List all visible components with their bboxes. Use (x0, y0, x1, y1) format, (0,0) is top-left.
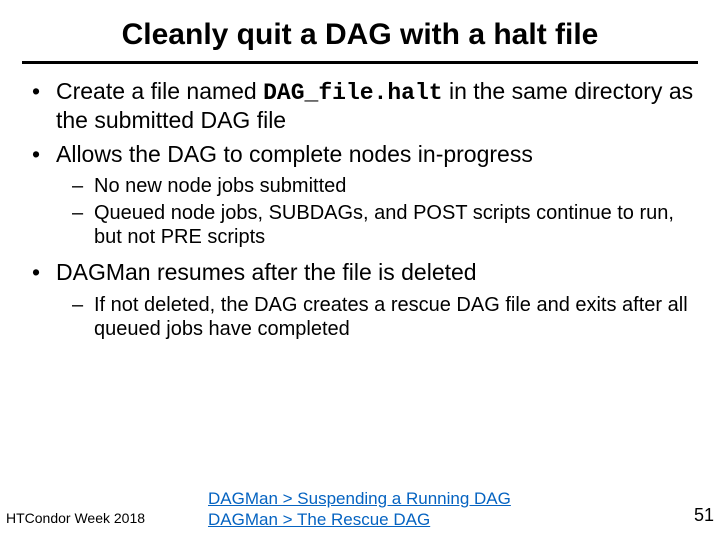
bullet-3-text: DAGMan resumes after the file is deleted (56, 259, 477, 285)
bullet-1-pre: Create a file named (56, 78, 263, 104)
bullet-2: Allows the DAG to complete nodes in-prog… (56, 141, 698, 250)
bullet-3: DAGMan resumes after the file is deleted… (56, 259, 698, 341)
bullet-2-sub-2: Queued node jobs, SUBDAGs, and POST scri… (94, 201, 698, 250)
bullet-2-text: Allows the DAG to complete nodes in-prog… (56, 141, 533, 167)
bullet-3-sub-1: If not deleted, the DAG creates a rescue… (94, 293, 698, 342)
title-underline (22, 61, 698, 64)
slide-title: Cleanly quit a DAG with a halt file (0, 0, 720, 61)
footer-link-suspending[interactable]: DAGMan > Suspending a Running DAG (208, 489, 511, 509)
page-number: 51 (694, 505, 714, 526)
bullet-2-sub-1: No new node jobs submitted (94, 174, 698, 198)
footer-link-rescue[interactable]: DAGMan > The Rescue DAG (208, 510, 511, 530)
bullet-1: Create a file named DAG_file.halt in the… (56, 78, 698, 135)
footer-links: DAGMan > Suspending a Running DAG DAGMan… (208, 489, 511, 530)
bullet-1-code: DAG_file.halt (263, 80, 442, 106)
slide-body: Create a file named DAG_file.halt in the… (0, 78, 720, 342)
footer-event: HTCondor Week 2018 (6, 510, 145, 526)
